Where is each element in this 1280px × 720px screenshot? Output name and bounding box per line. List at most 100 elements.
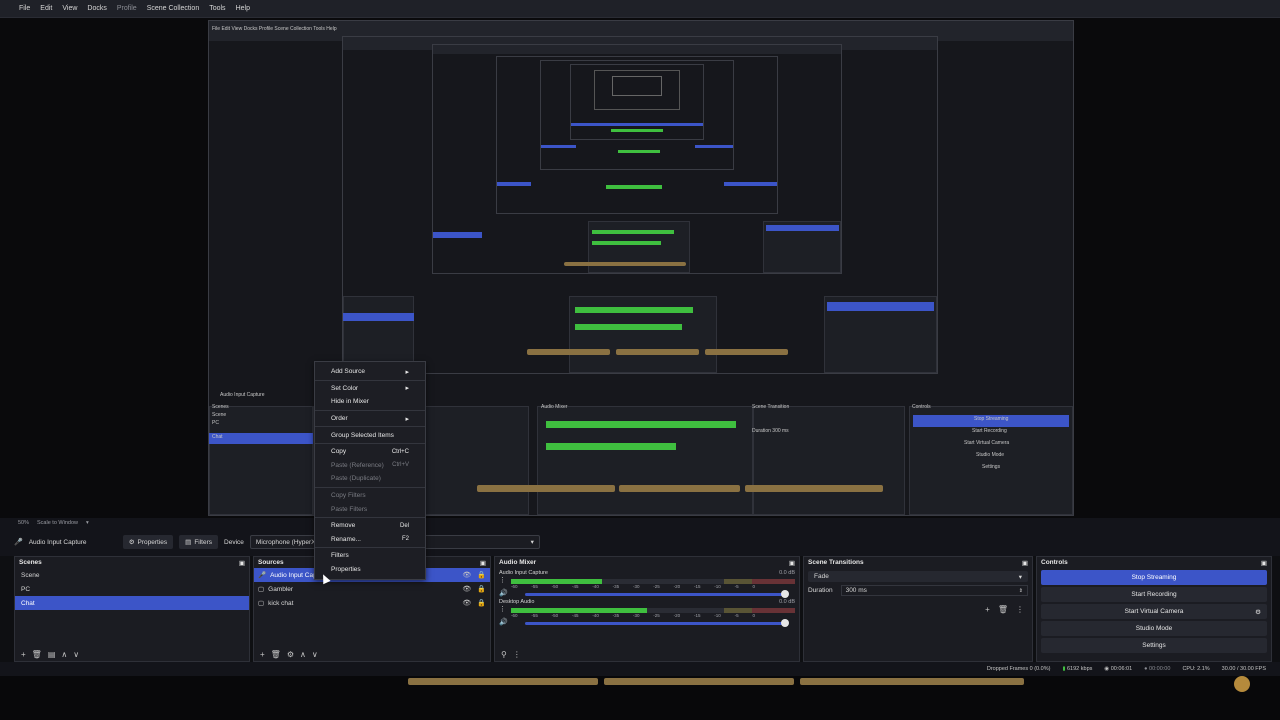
tick-label: -25 bbox=[653, 613, 660, 618]
undock-icon[interactable]: ▣ bbox=[789, 559, 795, 567]
volume-slider[interactable] bbox=[525, 590, 789, 598]
eye-icon[interactable]: 👁 bbox=[462, 571, 471, 579]
add-transition-icon[interactable]: + bbox=[985, 605, 990, 614]
move-up-icon[interactable]: ∧ bbox=[300, 650, 306, 659]
source-item[interactable]: ▢ kick chat 👁 🔒 bbox=[254, 596, 490, 610]
menu-edit[interactable]: Edit bbox=[35, 5, 57, 12]
properties-button[interactable]: ⚙ Properties bbox=[122, 535, 174, 549]
volume-slider[interactable] bbox=[525, 619, 789, 627]
add-source-icon[interactable]: + bbox=[260, 650, 265, 659]
context-item-copy-filters: Copy Filters bbox=[331, 492, 366, 500]
tick-label: -25 bbox=[653, 584, 660, 589]
dropped-frames: Dropped Frames 0 (0.0%) bbox=[986, 666, 1051, 672]
settings-button[interactable]: Settings bbox=[1041, 638, 1267, 653]
lock-icon[interactable]: 🔒 bbox=[477, 599, 486, 607]
stop-streaming-button[interactable]: Stop Streaming bbox=[1041, 570, 1267, 585]
chevron-down-icon[interactable]: ▾ bbox=[86, 520, 89, 526]
move-down-icon[interactable]: ∨ bbox=[312, 650, 318, 659]
gear-icon[interactable]: ⚙ bbox=[287, 650, 294, 659]
preview-canvas[interactable]: File Edit View Docks Profile Scene Colle… bbox=[0, 18, 1280, 518]
menu-help[interactable]: Help bbox=[231, 5, 255, 12]
eye-icon[interactable]: 👁 bbox=[462, 599, 471, 607]
gear-icon: ⚙ bbox=[128, 539, 135, 546]
filters-button[interactable]: ▤ Filters bbox=[179, 535, 219, 549]
decor-bar bbox=[604, 678, 794, 685]
more-options-icon[interactable]: ⋮ bbox=[499, 605, 507, 613]
studio-mode-button[interactable]: Studio Mode bbox=[1041, 621, 1267, 636]
spin-icon: ⇕ bbox=[1018, 587, 1023, 594]
menu-separator bbox=[315, 547, 425, 549]
selected-source-name: Audio Input Capture bbox=[28, 538, 87, 546]
more-options-icon[interactable]: ⋮ bbox=[499, 576, 507, 584]
transition-select[interactable]: Fade ▾ bbox=[808, 571, 1028, 582]
tick-label: 0 bbox=[752, 584, 755, 589]
eye-icon[interactable]: 👁 bbox=[462, 585, 471, 593]
shortcut-label: F2 bbox=[401, 536, 409, 543]
undock-icon[interactable]: ▣ bbox=[1261, 559, 1267, 567]
context-item-add-source[interactable]: Add Source ▸ bbox=[315, 365, 425, 379]
start-virtual-camera-button[interactable]: Start Virtual Camera ⚙ bbox=[1041, 604, 1267, 619]
source-item[interactable]: ▢ Gambler 👁 🔒 bbox=[254, 582, 490, 596]
speaker-icon[interactable]: 🔊 bbox=[499, 618, 508, 626]
scene-transitions-title: Scene Transitions bbox=[808, 559, 864, 566]
add-scene-icon[interactable]: + bbox=[21, 650, 26, 659]
meter-ticks: -60 -55 -50 -45 -40 -35 -30 -25 -20 -15 -10 -5 0 bbox=[511, 584, 795, 589]
scene-filters-icon[interactable]: ▤ bbox=[48, 650, 56, 659]
menu-docks[interactable]: Docks bbox=[82, 5, 111, 12]
trash-icon[interactable]: 🗑 bbox=[998, 605, 1008, 614]
more-options-icon[interactable]: ⋮ bbox=[1016, 605, 1024, 614]
decor-bar bbox=[408, 678, 598, 685]
menu-profile[interactable]: Profile bbox=[112, 5, 142, 12]
zoom-level[interactable]: 50% bbox=[18, 520, 29, 526]
lock-icon[interactable]: 🔒 bbox=[477, 585, 486, 593]
context-item-order[interactable]: Order ▸ bbox=[315, 412, 425, 426]
context-item-paste-filters: Paste Filters bbox=[331, 505, 368, 513]
context-item-remove[interactable]: Remove Del bbox=[315, 519, 425, 533]
menu-scene-collection[interactable]: Scene Collection bbox=[142, 5, 205, 12]
live-time: ◉ 00:06:01 bbox=[1104, 666, 1133, 672]
menu-separator bbox=[315, 426, 425, 428]
scene-item[interactable]: Chat bbox=[15, 596, 249, 610]
move-up-icon[interactable]: ∧ bbox=[61, 650, 67, 659]
slider-knob[interactable] bbox=[781, 590, 789, 598]
context-item-properties[interactable]: Properties bbox=[315, 563, 425, 577]
duration-input[interactable]: 300 ms ⇕ bbox=[840, 585, 1028, 596]
context-item-filters[interactable]: Filters bbox=[315, 549, 425, 563]
undock-icon[interactable]: ▣ bbox=[239, 559, 245, 567]
undock-icon[interactable]: ▣ bbox=[1022, 559, 1028, 567]
scene-item[interactable]: Scene bbox=[15, 568, 249, 582]
gear-icon[interactable]: ⚙ bbox=[1255, 608, 1261, 616]
chevron-right-icon: ▸ bbox=[405, 415, 409, 423]
undock-icon[interactable]: ▣ bbox=[480, 559, 486, 567]
start-recording-button[interactable]: Start Recording bbox=[1041, 587, 1267, 602]
source-label: Gambler bbox=[268, 585, 294, 593]
context-item-rename[interactable]: Rename... F2 bbox=[315, 533, 425, 547]
menu-view[interactable]: View bbox=[57, 5, 82, 12]
context-item-copy[interactable]: Copy Ctrl+C bbox=[315, 445, 425, 459]
mixer-channel: Audio Input Capture 0.0 dB ⋮ -60 -55 -50 -45 -4… bbox=[495, 570, 799, 598]
link-icon[interactable]: ⚲ bbox=[501, 650, 507, 659]
tick-label: -10 bbox=[714, 584, 721, 589]
scene-item[interactable]: PC bbox=[15, 582, 249, 596]
zoom-controls: 50% Scale to Window ▾ bbox=[18, 520, 89, 526]
lock-icon[interactable]: 🔒 bbox=[477, 571, 486, 579]
microphone-icon: 🎤 bbox=[258, 572, 267, 579]
tick-label: -45 bbox=[571, 584, 579, 589]
chevron-right-icon: ▸ bbox=[405, 368, 409, 376]
trash-icon[interactable]: 🗑 bbox=[271, 650, 281, 659]
menu-separator bbox=[315, 379, 425, 381]
shortcut-label: Ctrl+C bbox=[391, 448, 409, 455]
context-item-hide-in-mixer[interactable]: Hide in Mixer bbox=[315, 395, 425, 409]
slider-knob[interactable] bbox=[781, 619, 789, 627]
context-item-group-selected-items[interactable]: Group Selected Items bbox=[315, 428, 425, 442]
speaker-icon[interactable]: 🔊 bbox=[499, 589, 508, 597]
menu-file[interactable]: File bbox=[14, 5, 35, 12]
scale-to-window-button[interactable]: Scale to Window bbox=[37, 520, 78, 526]
move-down-icon[interactable]: ∨ bbox=[73, 650, 79, 659]
trash-icon[interactable]: 🗑 bbox=[32, 650, 42, 659]
tick-label: -10 bbox=[714, 613, 721, 618]
context-item-set-color[interactable]: Set Color ▸ bbox=[315, 382, 425, 396]
menu-tools[interactable]: Tools bbox=[204, 5, 230, 12]
live-icon: ◉ bbox=[1104, 666, 1110, 672]
more-options-icon[interactable]: ⋮ bbox=[513, 650, 521, 659]
